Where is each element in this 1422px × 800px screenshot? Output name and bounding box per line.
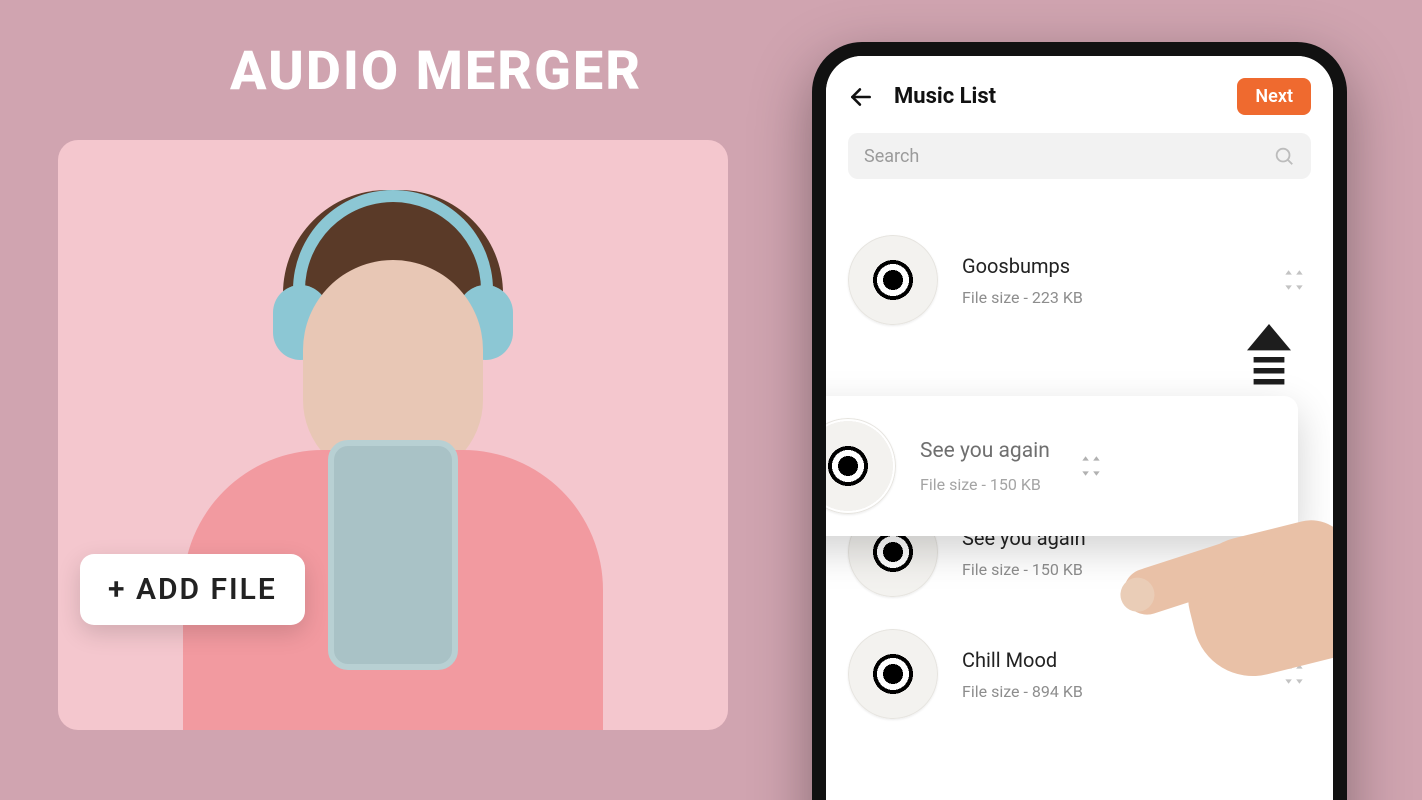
back-icon[interactable] [848, 84, 874, 110]
track-title: Goosbumps [962, 254, 1253, 278]
track-title: See you again [920, 439, 1050, 463]
app-bar: Music List Next [826, 56, 1333, 125]
promo-card: + ADD FILE [58, 140, 728, 730]
search-icon [1273, 145, 1295, 167]
app-title: Music List [894, 84, 996, 109]
track-size: File size - 223 KB [962, 288, 1253, 307]
reorder-up-icon [1247, 324, 1291, 394]
track-row[interactable]: Goosbumps File size - 223 KB [826, 219, 1333, 341]
track-size: File size - 150 KB [920, 475, 1050, 494]
disc-icon [848, 629, 938, 719]
search-placeholder: Search [864, 146, 1273, 167]
search-input[interactable]: Search [848, 133, 1311, 179]
phone-mockup: Music List Next Search Goosbumps File si… [812, 42, 1347, 800]
woman-illustration [183, 170, 603, 730]
disc-icon [812, 418, 896, 514]
disc-icon [848, 235, 938, 325]
reorder-handle-icon[interactable] [1074, 453, 1108, 479]
hero-title: AUDIO MERGER [230, 40, 642, 103]
reorder-handle-icon[interactable] [1277, 267, 1311, 293]
add-file-button[interactable]: + ADD FILE [80, 554, 305, 625]
next-button[interactable]: Next [1237, 78, 1311, 115]
